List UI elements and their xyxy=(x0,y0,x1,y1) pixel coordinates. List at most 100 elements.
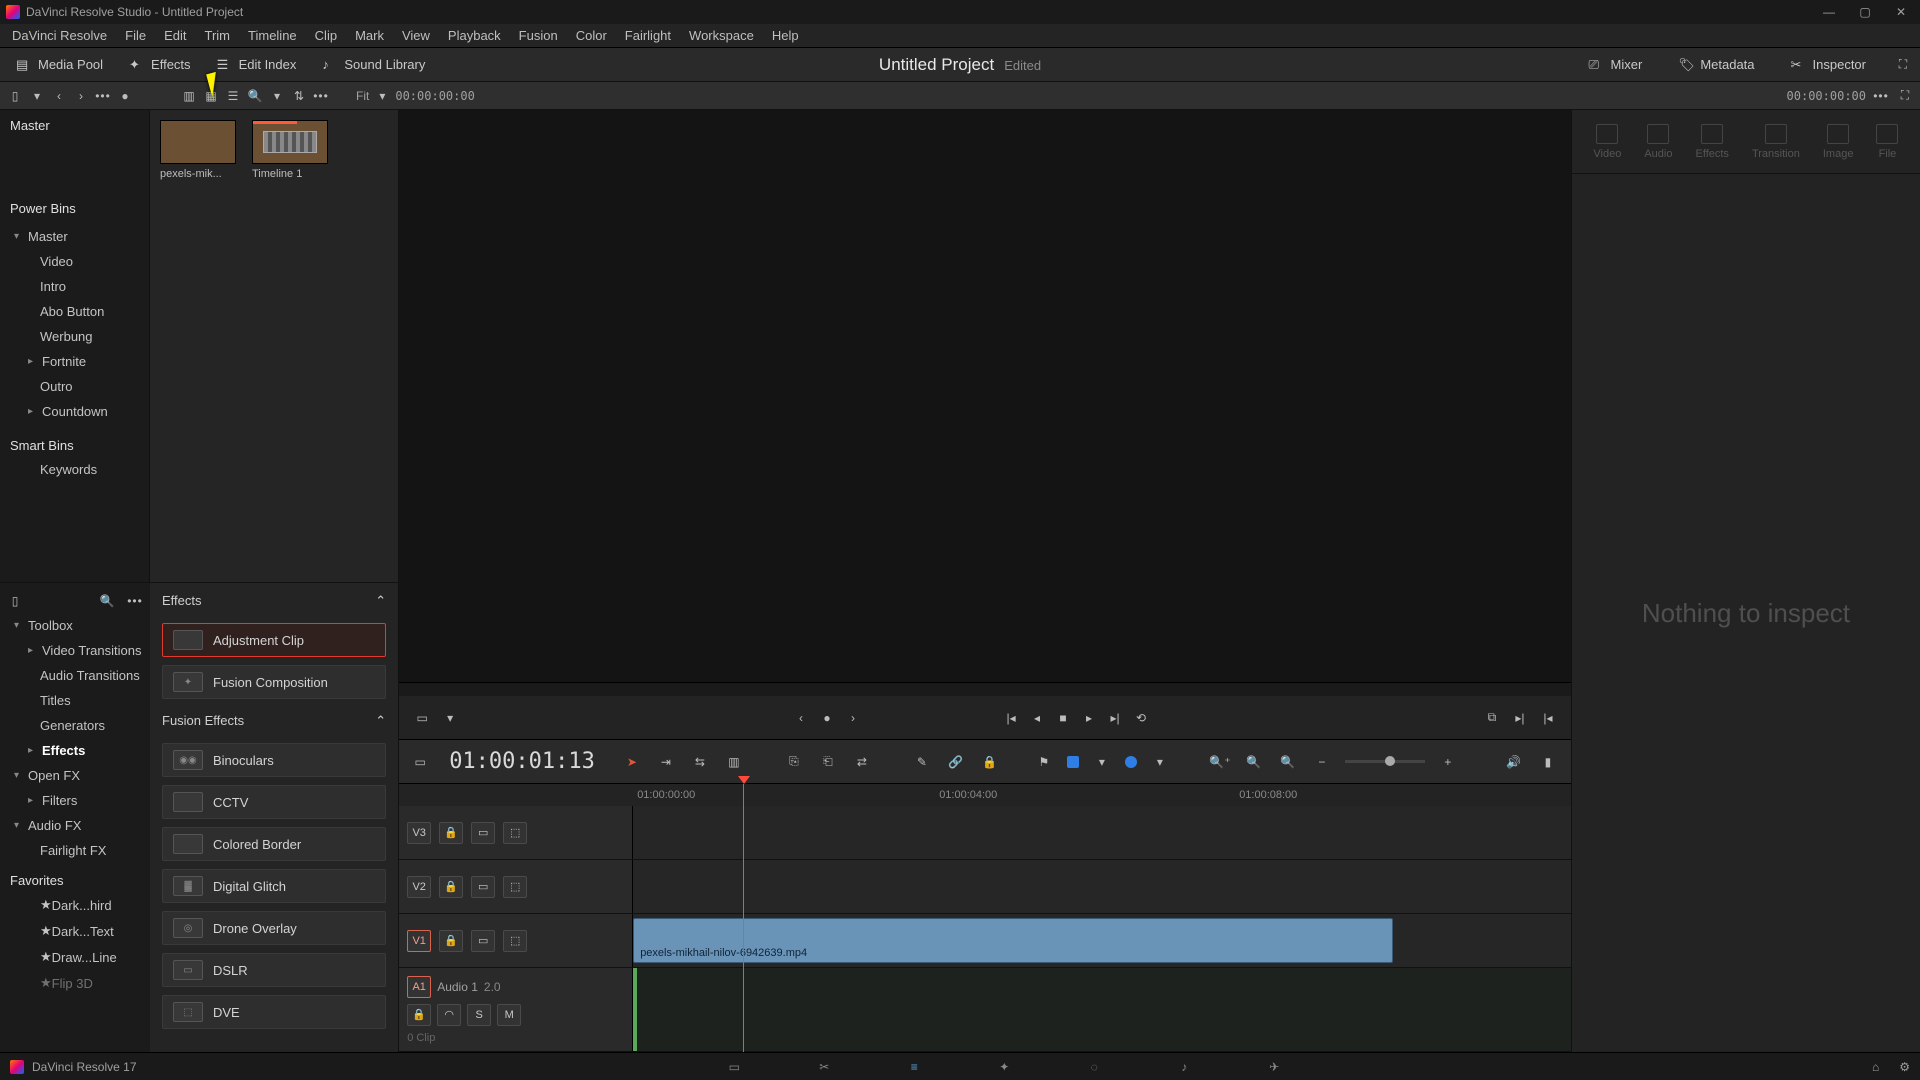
bin-item-keywords[interactable]: Keywords xyxy=(0,457,149,482)
nav-back-button[interactable]: ‹ xyxy=(50,87,68,105)
fx-tree-item[interactable]: ▾Open FX xyxy=(0,763,150,788)
track-mute-button[interactable]: M xyxy=(497,1004,521,1026)
track-dest-button[interactable]: V1 xyxy=(407,930,431,952)
menu-item[interactable]: Edit xyxy=(156,25,194,46)
track-dest-button[interactable]: A1 xyxy=(407,976,431,998)
fx-item[interactable]: Colored Border xyxy=(162,827,386,861)
selection-tool-icon[interactable]: ➤ xyxy=(621,751,643,773)
track-lock-button[interactable]: 🔒 xyxy=(439,876,463,898)
track-enable-button[interactable]: ▭ xyxy=(471,930,495,952)
track-lock-button[interactable]: 🔒 xyxy=(407,1004,431,1026)
track-curve-button[interactable]: ◠ xyxy=(437,1004,461,1026)
menu-item[interactable]: Color xyxy=(568,25,615,46)
zoom-in-button[interactable]: + xyxy=(1437,751,1459,773)
chevron-down-icon[interactable]: ▾ xyxy=(373,87,391,105)
bin-item[interactable]: Abo Button xyxy=(0,299,149,324)
page-deliver-icon[interactable]: ✈ xyxy=(1264,1059,1284,1075)
media-pool-clips[interactable]: pexels-mik... Timeline 1 xyxy=(150,110,398,582)
fav-item[interactable]: ★ Flip 3D xyxy=(0,970,150,996)
page-cut-icon[interactable]: ✂ xyxy=(814,1059,834,1075)
bin-item[interactable]: Video xyxy=(0,249,149,274)
dynamic-trim-icon[interactable]: ⇆ xyxy=(689,751,711,773)
menu-item[interactable]: Fusion xyxy=(511,25,566,46)
replace-icon[interactable]: ⇄ xyxy=(851,751,873,773)
window-minimize-button[interactable]: — xyxy=(1822,5,1836,19)
view-thumb-icon[interactable]: ▦ xyxy=(202,87,220,105)
fav-item[interactable]: ★ Dark...hird xyxy=(0,892,150,918)
bin-item[interactable]: ▸Fortnite xyxy=(0,349,149,374)
timeline-clip[interactable]: pexels-mikhail-nilov-6942639.mp4 xyxy=(633,918,1393,963)
track-dest-button[interactable]: V2 xyxy=(407,876,431,898)
search-icon[interactable]: 🔍 xyxy=(246,87,264,105)
fx-category-fusion[interactable]: Fusion Effects ⌃ xyxy=(150,703,398,739)
fx-tree-item[interactable]: ▸Filters xyxy=(0,788,150,813)
bin-master-header[interactable]: Master xyxy=(0,110,149,141)
page-fusion-icon[interactable]: ✦ xyxy=(994,1059,1014,1075)
viewer-scrubber[interactable] xyxy=(399,682,1571,696)
sort-icon[interactable]: ⇅ xyxy=(290,87,308,105)
match-frame-icon[interactable]: ⧉ xyxy=(1483,709,1501,727)
menu-item[interactable]: Clip xyxy=(307,25,345,46)
gear-icon[interactable]: ⚙ xyxy=(1899,1060,1910,1074)
chevron-down-icon[interactable]: ▾ xyxy=(268,87,286,105)
inspector-tab-effects[interactable]: Effects xyxy=(1696,124,1729,160)
bin-item[interactable]: Outro xyxy=(0,374,149,399)
flag-icon[interactable]: ⚑ xyxy=(1033,751,1055,773)
chevron-down-icon[interactable]: ▾ xyxy=(441,709,459,727)
play-button[interactable]: ▸ xyxy=(1080,709,1098,727)
inspector-tab-transition[interactable]: Transition xyxy=(1752,124,1800,160)
page-color-icon[interactable]: ◌ xyxy=(1084,1059,1104,1075)
fx-item[interactable]: CCTV xyxy=(162,785,386,819)
panel-toggle-icon[interactable]: ▯ xyxy=(6,592,24,610)
keyframe-dot-icon[interactable]: ● xyxy=(818,709,836,727)
fx-item[interactable]: ◎Drone Overlay xyxy=(162,911,386,945)
bin-item[interactable]: Intro xyxy=(0,274,149,299)
loop-button[interactable]: ⟲ xyxy=(1132,709,1150,727)
prev-keyframe-icon[interactable]: ‹ xyxy=(792,709,810,727)
track-lock-button[interactable]: 🔒 xyxy=(439,822,463,844)
panel-toggle-icon[interactable]: ▯ xyxy=(6,87,24,105)
chevron-down-icon[interactable]: ▾ xyxy=(1149,751,1171,773)
menu-item[interactable]: Timeline xyxy=(240,25,305,46)
insert-icon[interactable]: ⎘ xyxy=(783,751,805,773)
record-icon[interactable]: ● xyxy=(116,87,134,105)
fx-tree-item[interactable]: Titles xyxy=(0,688,150,713)
go-out-icon[interactable]: |◂ xyxy=(1539,709,1557,727)
video-track-v3[interactable]: V3 🔒 ▭ ⬚ xyxy=(399,806,1571,860)
trim-tool-icon[interactable]: ⇥ xyxy=(655,751,677,773)
lock-icon[interactable]: 🔒 xyxy=(979,751,1001,773)
inspector-tab-image[interactable]: Image xyxy=(1823,124,1854,160)
timeline-viewer[interactable] xyxy=(399,110,1571,682)
track-dest-button[interactable]: V3 xyxy=(407,822,431,844)
zoom-full-icon[interactable]: 🔍 xyxy=(1243,751,1265,773)
timeline-timecode[interactable]: 01:00:01:13 xyxy=(449,749,595,774)
audio-track-a1[interactable]: A1 Audio 1 2.0 🔒 ◠ S M 0 Clip xyxy=(399,968,1571,1052)
menu-item[interactable]: View xyxy=(394,25,438,46)
last-frame-button[interactable]: ▸| xyxy=(1106,709,1124,727)
track-auto-button[interactable]: ⬚ xyxy=(503,930,527,952)
volume-icon[interactable]: 🔊 xyxy=(1503,751,1525,773)
track-solo-button[interactable]: S xyxy=(467,1004,491,1026)
go-in-icon[interactable]: ▸| xyxy=(1511,709,1529,727)
nav-fwd-button[interactable]: › xyxy=(72,87,90,105)
bin-item[interactable]: ▾Master xyxy=(0,224,149,249)
more-icon[interactable]: ••• xyxy=(312,87,330,105)
expand-icon[interactable]: ⛶ xyxy=(1896,87,1914,105)
inspector-tab-audio[interactable]: Audio xyxy=(1644,124,1672,160)
track-auto-button[interactable]: ⬚ xyxy=(503,876,527,898)
effects-button[interactable]: ✦ Effects xyxy=(121,53,199,77)
inspector-tab-file[interactable]: File xyxy=(1876,124,1898,160)
view-strip-icon[interactable]: ▥ xyxy=(180,87,198,105)
menu-item[interactable]: Playback xyxy=(440,25,509,46)
fx-item[interactable]: ✦Fusion Composition xyxy=(162,665,386,699)
search-icon[interactable]: 🔍 xyxy=(98,592,116,610)
flag-color[interactable] xyxy=(1067,756,1079,768)
more-icon[interactable]: ••• xyxy=(94,87,112,105)
marker-color[interactable] xyxy=(1125,756,1137,768)
zoom-fit[interactable]: Fit xyxy=(356,89,369,103)
menu-item[interactable]: Workspace xyxy=(681,25,762,46)
blade-tool-icon[interactable]: ▥ xyxy=(723,751,745,773)
meter-icon[interactable]: ▮ xyxy=(1537,751,1559,773)
fx-item[interactable]: ▭DSLR xyxy=(162,953,386,987)
next-keyframe-icon[interactable]: › xyxy=(844,709,862,727)
